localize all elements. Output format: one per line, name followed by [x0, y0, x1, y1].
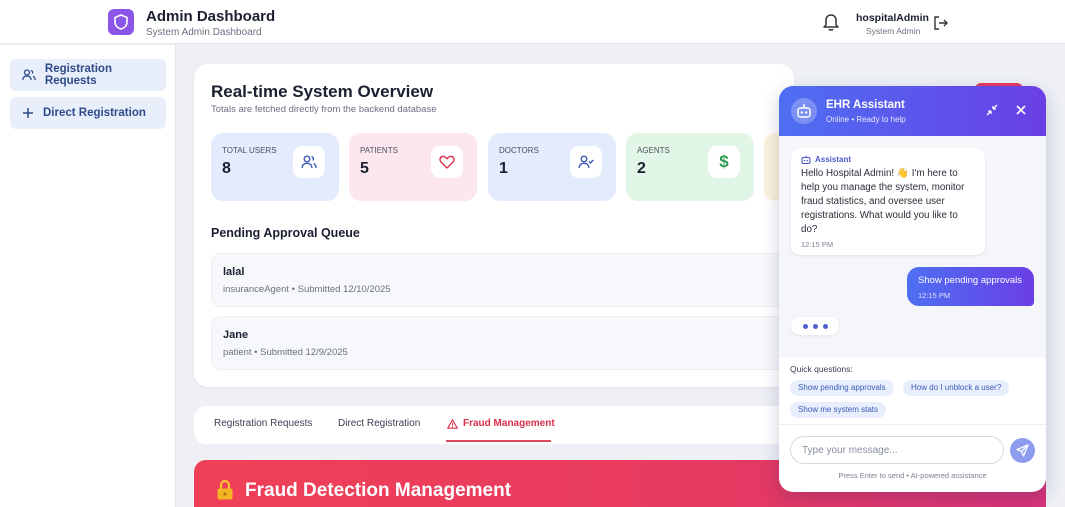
typing-indicator [791, 317, 839, 335]
quick-question-chip[interactable]: Show me system stats [790, 402, 887, 418]
sidebar-item-direct-registration[interactable]: Direct Registration [10, 97, 166, 129]
assistant-label: Assistant [801, 155, 975, 164]
queue-row[interactable]: Jane patient • Submitted 12/9/2025 [211, 316, 794, 370]
quick-question-chip[interactable]: Show pending approvals [790, 380, 894, 396]
assistant-message-text: Hello Hospital Admin! 👋 I'm here to help… [801, 168, 965, 235]
active-tab-indicator [446, 440, 551, 442]
heart-icon [431, 146, 463, 178]
tab-label: Fraud Management [463, 418, 555, 429]
minimize-icon[interactable] [985, 103, 999, 117]
user-name: hospitalAdmin [856, 12, 929, 24]
queue-title: Pending Approval Queue [211, 226, 360, 240]
overview-title: Real-time System Overview [211, 82, 434, 101]
plus-icon [23, 108, 33, 118]
queue-name: lalal [223, 266, 245, 278]
stat-label: Doctors [499, 146, 539, 155]
chat-title: EHR Assistant [826, 99, 905, 111]
sidebar-item-label: Registration Requests [44, 63, 112, 87]
queue-meta: patient • Submitted 12/9/2025 [223, 347, 348, 358]
stat-label: Total Users [222, 146, 277, 155]
quick-question-chip[interactable]: How do I unblock a user? [903, 380, 1010, 396]
stat-card-patients: Patients 5 [349, 133, 477, 201]
assistant-message: Assistant Hello Hospital Admin! 👋 I'm he… [791, 148, 985, 255]
stat-card-agents: Agents 2 $ [626, 133, 754, 201]
sidebar-item-registration-requests[interactable]: Registration Requests [10, 59, 166, 91]
users-icon [22, 69, 36, 81]
app-title: Admin Dashboard [146, 8, 276, 25]
stat-value: 2 [637, 160, 646, 177]
robot-icon [791, 98, 817, 124]
chat-status: Online • Ready to help [826, 115, 906, 124]
stat-label: Patients [360, 146, 398, 155]
tab-registration-requests[interactable]: Registration Requests [214, 418, 312, 429]
chat-message-input[interactable] [790, 436, 1004, 464]
stat-value: 1 [499, 160, 508, 177]
message-time: 12:15 PM [801, 240, 834, 249]
chat-widget: EHR Assistant Online • Ready to help Ass… [779, 86, 1046, 492]
shield-icon[interactable] [108, 9, 134, 35]
user-message: Show pending approvals 12:15 PM [907, 267, 1034, 306]
close-icon[interactable] [1014, 103, 1028, 117]
divider [779, 424, 1046, 425]
stat-card-doctors: Doctors 1 [488, 133, 616, 201]
user-role: System Admin [866, 26, 921, 36]
quick-questions-title: Quick questions: [790, 364, 853, 374]
lock-icon [216, 479, 234, 501]
system-overview-card: Real-time System Overview Totals are fet… [194, 64, 794, 387]
bell-icon[interactable] [822, 12, 840, 32]
users-icon [293, 146, 325, 178]
message-time: 12:15 PM [918, 291, 951, 300]
queue-name: Jane [223, 329, 249, 341]
warning-icon [447, 418, 458, 429]
dollar-icon: $ [708, 146, 740, 178]
sidebar-item-label: Direct Registration [43, 107, 146, 119]
tab-fraud-management[interactable]: Fraud Management [447, 418, 555, 429]
chat-header: EHR Assistant Online • Ready to help [779, 86, 1046, 136]
logout-icon[interactable] [933, 15, 949, 31]
sidebar: Registration Requests Direct Registratio… [0, 45, 176, 507]
robot-icon [801, 155, 811, 164]
tab-bar: Registration Requests Direct Registratio… [194, 406, 794, 444]
chat-messages[interactable]: Assistant Hello Hospital Admin! 👋 I'm he… [779, 136, 1046, 358]
app-subtitle: System Admin Dashboard [146, 27, 262, 38]
queue-row[interactable]: lalal insuranceAgent • Submitted 12/10/2… [211, 253, 794, 307]
overview-subtitle: Totals are fetched directly from the bac… [211, 104, 437, 115]
stat-value: 5 [360, 160, 369, 177]
stat-value: 8 [222, 160, 231, 177]
chat-footer: Press Enter to send • AI-powered assista… [838, 471, 987, 480]
stat-card-total-users: Total Users 8 [211, 133, 339, 201]
send-button[interactable] [1010, 438, 1035, 463]
send-icon [1016, 444, 1029, 457]
user-message-text: Show pending approvals [918, 275, 1023, 286]
assistant-label-text: Assistant [815, 155, 852, 164]
queue-meta: insuranceAgent • Submitted 12/10/2025 [223, 284, 391, 295]
stat-label: Agents [637, 146, 670, 155]
fraud-title: Fraud Detection Management [245, 480, 512, 501]
user-check-icon [570, 146, 602, 178]
tab-direct-registration[interactable]: Direct Registration [338, 418, 420, 429]
top-header: Admin Dashboard System Admin Dashboard h… [0, 0, 1065, 44]
